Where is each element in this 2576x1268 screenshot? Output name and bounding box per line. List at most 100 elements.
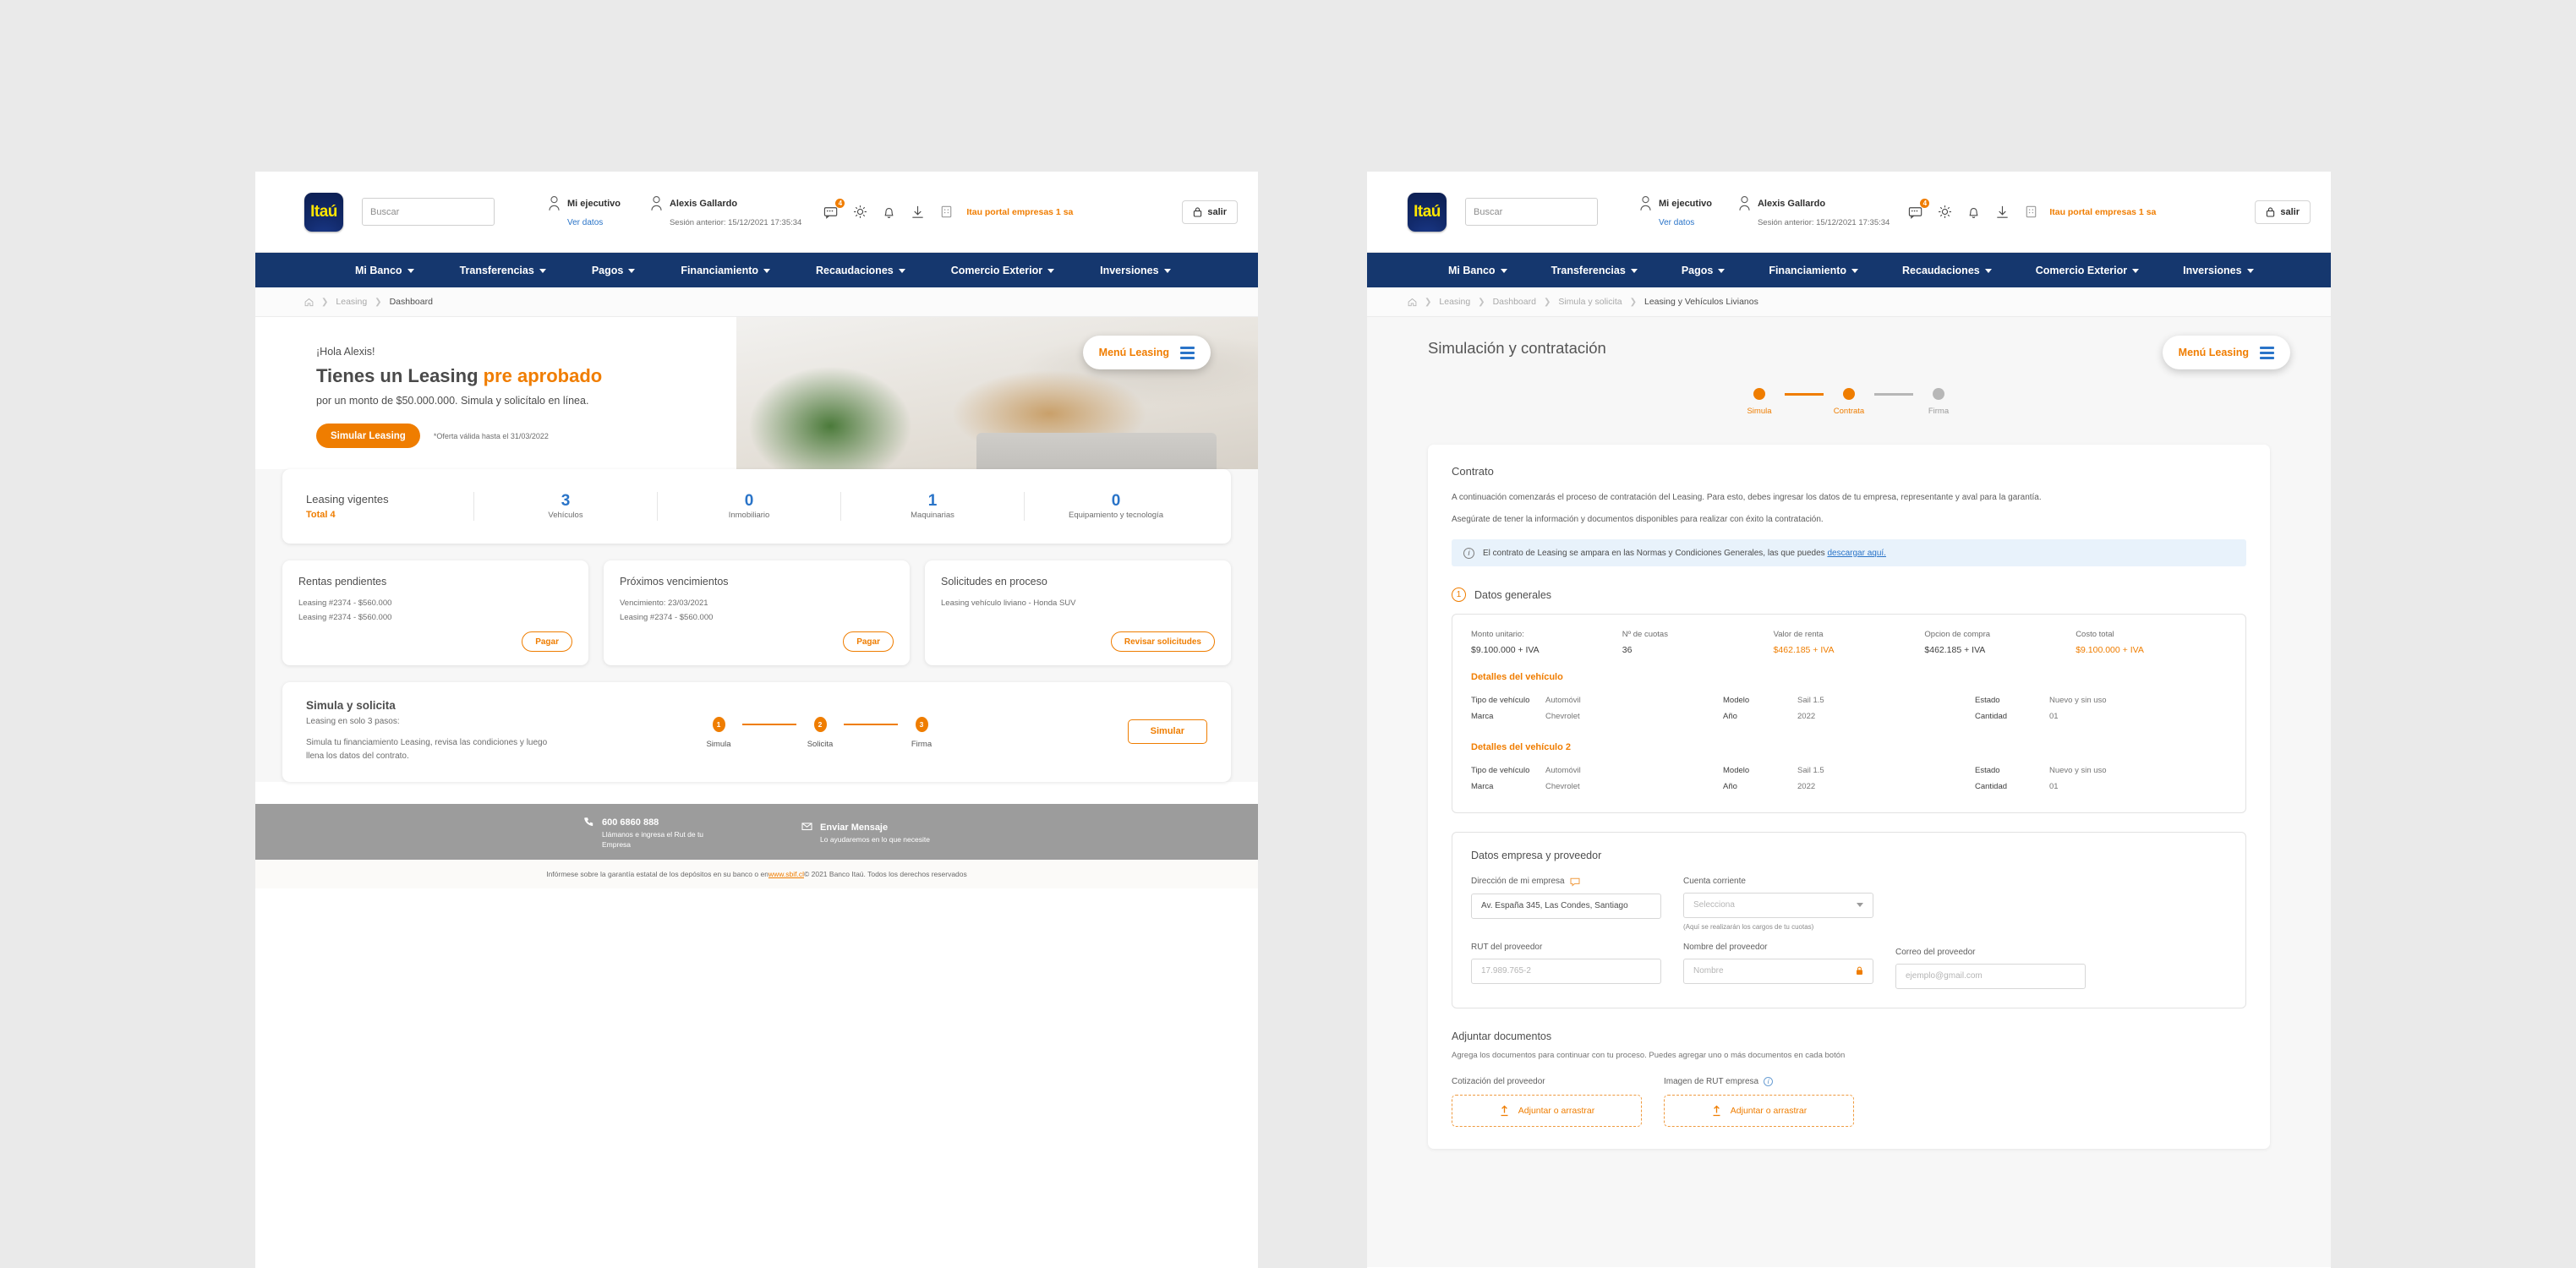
nav-item-mi-banco[interactable]: Mi Banco (1448, 265, 1507, 276)
footer-message-block[interactable]: Enviar Mensaje Lo ayudaremos en lo que n… (801, 819, 930, 845)
logout-button[interactable]: salir (2255, 199, 2311, 224)
messages-icon[interactable]: 4 (823, 199, 845, 220)
summary-cell-inmobiliario[interactable]: 0 Inmobiliario (657, 492, 840, 521)
simular-leasing-button[interactable]: Simular Leasing (316, 424, 420, 448)
vehicle-detail-col: Modelo Año Sail 1.5 2022 (1723, 762, 1975, 795)
leasing-summary-card: Leasing vigentes Total 4 3 Vehículos 0 I… (282, 469, 1231, 544)
portal-label: Itau portal empresas 1 sa (966, 206, 1074, 217)
nav-label: Pagos (591, 264, 624, 276)
vehicle-detail-col: Estado Cantidad Nuevo y sin uso 01 (1975, 692, 2227, 725)
home-icon[interactable] (1408, 298, 1417, 307)
download-icon[interactable] (910, 204, 926, 220)
executive-link[interactable]: Ver datos (1659, 218, 1694, 227)
nav-item-transferencias[interactable]: Transferencias (460, 265, 546, 276)
correo-proveedor-input[interactable]: ejemplo@gmail.com (1895, 963, 2086, 989)
info-icon[interactable]: i (1764, 1076, 1774, 1086)
executive-link[interactable]: Ver datos (567, 218, 603, 227)
chevron-down-icon (539, 269, 546, 273)
simula-steps: 1 Simula 2 Solicita 3 Firma (560, 713, 1080, 749)
field-value: $462.185 + IVA (1924, 645, 1986, 655)
screenshot-stage: Itaú Buscar Mi ejecutivo Ver datos Alexi (0, 0, 2576, 1268)
direccion-input[interactable]: Av. España 345, Las Condes, Santiago (1471, 893, 1661, 919)
step-number: 3 (915, 717, 928, 733)
breadcrumb-item-leasing[interactable]: Leasing (1439, 297, 1470, 307)
detail-value: Sail 1.5 (1797, 765, 1824, 775)
nav-item-inversiones[interactable]: Inversiones (2183, 265, 2254, 276)
gear-icon[interactable] (1937, 204, 1953, 220)
nav-item-inversiones[interactable]: Inversiones (1100, 265, 1171, 276)
nav-item-pagos[interactable]: Pagos (592, 265, 636, 276)
adjuntar-documentos-section: Adjuntar documentos Agrega los documento… (1452, 1030, 2246, 1127)
field-value: $9.100.000 + IVA (1471, 645, 1540, 655)
search-input[interactable]: Buscar (362, 198, 495, 226)
detail-key: Modelo (1723, 765, 1750, 775)
progress-connector (1785, 392, 1824, 396)
user-block[interactable]: Alexis Gallardo Sesión anterior: 15/12/2… (649, 194, 801, 230)
sbif-link[interactable]: www.sbif.cl (768, 870, 804, 878)
rut-empresa-button-label: Adjuntar o arrastrar (1730, 1105, 1808, 1116)
nav-item-recaudaciones[interactable]: Recaudaciones (1902, 265, 1992, 276)
nav-item-comercio-exterior[interactable]: Comercio Exterior (951, 265, 1055, 276)
step-label: Simula (706, 740, 731, 750)
simular-button[interactable]: Simular (1127, 719, 1207, 744)
executive-block[interactable]: Mi ejecutivo Ver datos (547, 194, 621, 230)
breadcrumb-item-leasing[interactable]: Leasing (336, 297, 367, 307)
nav-item-transferencias[interactable]: Transferencias (1551, 265, 1638, 276)
cuenta-corriente-select[interactable]: Selecciona (1683, 892, 1873, 918)
detail-key: Año (1723, 782, 1737, 792)
field-correo-proveedor: Correo del proveedor ejemplo@gmail.com (1895, 948, 2086, 989)
footer-phone-title: 600 6860 888 (602, 817, 659, 828)
breadcrumb-sep: ❯ (321, 297, 329, 307)
user-block[interactable]: Alexis Gallardo Sesión anterior: 15/12/2… (1737, 194, 1890, 230)
summary-cell-maquinarias[interactable]: 1 Maquinarias (840, 492, 1024, 521)
itau-logo[interactable]: Itaú (304, 192, 343, 232)
nav-item-pagos[interactable]: Pagos (1682, 265, 1726, 276)
summary-cell-vehiculos[interactable]: 3 Vehículos (473, 492, 657, 521)
bell-icon[interactable] (881, 204, 897, 220)
download-icon[interactable] (1994, 204, 2010, 220)
descargar-aqui-link[interactable]: descargar aquí. (1827, 549, 1886, 558)
progress-step-contrata[interactable]: Contrata (1824, 388, 1874, 416)
executive-block[interactable]: Mi ejecutivo Ver datos (1638, 194, 1712, 230)
pagar-button-rentas[interactable]: Pagar (522, 631, 572, 653)
nav-item-financiamiento[interactable]: Financiamiento (1769, 265, 1859, 276)
dropzone-cotizacion[interactable]: Adjuntar o arrastrar (1452, 1094, 1642, 1127)
vehicle-detail-col: Tipo de vehículo Marca Automóvil Chevrolet (1471, 692, 1723, 725)
summary-cell-equipamiento[interactable]: 0 Equipamiento y tecnología (1024, 492, 1207, 521)
breadcrumb-item-simula-y-solicita[interactable]: Simula y solicita (1558, 297, 1622, 307)
breadcrumb-item-dashboard[interactable]: Dashboard (1493, 297, 1536, 307)
nav-item-mi-banco[interactable]: Mi Banco (355, 265, 414, 276)
summary-left: Leasing vigentes Total 4 (306, 493, 473, 520)
detail-value: 2022 (1797, 712, 1816, 722)
card-solicitudes-en-proceso: Solicitudes en proceso Leasing vehículo … (925, 560, 1231, 666)
menu-leasing-button-left[interactable]: Menú Leasing (1082, 336, 1211, 369)
tooltip-icon[interactable] (1570, 877, 1580, 887)
home-icon[interactable] (304, 298, 314, 307)
rut-proveedor-input[interactable]: 17.989.765-2 (1471, 958, 1661, 984)
revisar-solicitudes-button[interactable]: Revisar solicitudes (1110, 631, 1215, 653)
datos-generales-box: Monto unitario: $9.100.000 + IVA Nº de c… (1452, 614, 2246, 813)
itau-logo[interactable]: Itaú (1408, 192, 1447, 232)
progress-step-simula[interactable]: Simula (1734, 388, 1785, 416)
pagar-button-vencimientos[interactable]: Pagar (843, 631, 894, 653)
nav-item-comercio-exterior[interactable]: Comercio Exterior (2036, 265, 2140, 276)
nav-item-financiamiento[interactable]: Financiamiento (681, 265, 771, 276)
search-input[interactable]: Buscar (1465, 198, 1598, 226)
nombre-proveedor-input[interactable]: Nombre (1683, 958, 1873, 984)
gear-icon[interactable] (852, 204, 868, 220)
building-icon[interactable] (938, 204, 954, 220)
menu-leasing-label: Menú Leasing (2178, 347, 2249, 358)
field-value: $9.100.000 + IVA (2076, 645, 2144, 655)
bell-icon[interactable] (1966, 204, 1982, 220)
footer-phone-block[interactable]: 600 6860 888 Llámanos e ingresa el Rut d… (583, 814, 720, 851)
menu-leasing-button-right[interactable]: Menú Leasing (2162, 336, 2290, 369)
messages-icon[interactable]: 4 (1908, 199, 1930, 220)
progress-step-firma[interactable]: Firma (1913, 388, 1964, 416)
nav-item-recaudaciones[interactable]: Recaudaciones (816, 265, 905, 276)
building-icon[interactable] (2023, 204, 2039, 220)
upload-icon (1499, 1105, 1510, 1117)
hero-headline-accent: pre aprobado (483, 365, 603, 386)
mini-card-line: Leasing #2374 - $560.000 (620, 612, 714, 622)
logout-button[interactable]: salir (1182, 199, 1238, 224)
dropzone-rut-empresa[interactable]: Adjuntar o arrastrar (1664, 1094, 1854, 1127)
